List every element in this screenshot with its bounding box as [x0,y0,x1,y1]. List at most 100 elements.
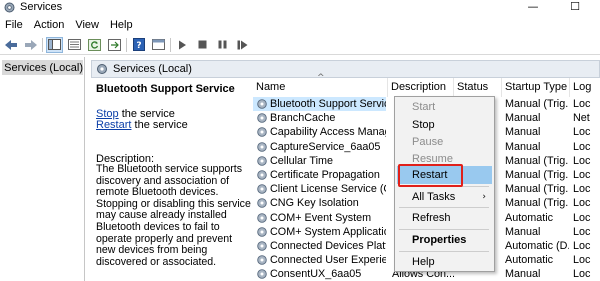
startup-type-cell: Automatic (D... [505,240,569,252]
service-name: Client License Service (ClipS... [270,183,386,196]
back-button[interactable] [2,37,19,53]
console-tree: Services (Local) [0,57,85,281]
pause-service-button[interactable] [214,37,231,53]
pane-header-title: Services (Local) [113,63,192,75]
restart-link[interactable]: Restart [96,119,131,131]
service-name: BranchCache [270,112,336,125]
service-gear-icon [257,255,267,265]
log-on-cell: Loc [573,140,591,153]
startup-type-cell: Manual (Trig... [505,197,569,210]
menu-item-refresh[interactable]: Refresh [397,209,492,227]
menu-separator [399,207,489,208]
submenu-arrow-icon: › [482,192,486,202]
service-name: Certificate Propagation [270,169,380,181]
menu-help[interactable]: Help [105,18,139,34]
service-name: Capability Access Manager ... [270,126,386,139]
log-on-cell: Loc [573,126,591,139]
service-name: CaptureService_6aa05 [270,140,381,153]
start-service-button[interactable] [174,37,191,53]
refresh-button[interactable] [86,37,103,53]
service-gear-icon [257,212,267,223]
play-icon [179,40,186,49]
restart-action-line: Restart the service [96,119,188,131]
minimize-button[interactable]: — [510,0,556,16]
properties-view-button[interactable] [66,37,83,53]
name-cell: Cellular Time [253,154,386,168]
service-name: Cellular Time [270,154,333,167]
stop-service-button[interactable] [194,37,211,53]
description-text: The Bluetooth service supports discovery… [96,163,251,268]
service-name: ConsentUX_6aa05 [270,268,362,281]
startup-type-cell: Automatic [505,254,554,267]
startup-type-cell: Manual (Trig... [505,154,569,167]
service-name: Connected Devices Platfor... [270,240,386,252]
forward-button[interactable] [22,37,39,53]
menu-item-pause[interactable]: Pause [397,133,492,151]
service-gear-icon [257,227,267,237]
log-on-cell: Net [573,112,590,125]
menu-action[interactable]: Action [29,18,71,34]
toolbar: ? [0,35,600,55]
startup-type-cell: Manual [505,225,541,238]
toolbar-separator [42,37,43,52]
service-name: Connected User Experience... [270,254,386,267]
startup-type-cell: Manual [505,126,541,139]
startup-type-cell: Manual (Trig... [505,98,569,110]
pane-header: Services (Local) [91,60,600,78]
column-header-name[interactable]: Name [253,78,388,97]
menu-item-properties[interactable]: Properties [397,231,492,249]
service-name: Bluetooth Support Service [270,98,386,110]
toggle-view-button[interactable] [150,37,167,53]
log-on-cell: Loc [573,98,591,110]
toolbar-separator [126,37,127,52]
export-icon [108,38,121,51]
console-tree-icon [48,39,61,50]
name-cell: Bluetooth Support Service [253,97,386,111]
name-cell: COM+ System Application [253,225,386,239]
menu-view[interactable]: View [70,18,105,34]
maximize-button[interactable]: ☐ [552,0,598,16]
tree-item-services-local[interactable]: Services (Local) [2,60,83,75]
toolbar-separator [170,37,171,52]
service-gear-icon [257,198,267,209]
name-cell: Client License Service (ClipS... [253,182,386,196]
startup-type-cell: Automatic [505,211,554,224]
service-gear-icon [257,141,267,152]
column-header-status[interactable]: Status [454,78,502,97]
startup-type-cell: Manual (Trig... [505,169,569,181]
restart-service-button[interactable] [234,37,251,53]
service-gear-icon [257,127,267,138]
name-cell: Connected User Experience... [253,253,386,267]
service-gear-icon [257,241,267,251]
menu-item-stop[interactable]: Stop [397,116,492,134]
menu-item-help[interactable]: Help [397,253,492,271]
services-gear-icon [4,2,15,13]
log-on-cell: Loc [573,240,591,252]
name-cell: Certificate Propagation [253,168,386,182]
service-gear-icon [257,156,267,166]
column-header-description[interactable]: Description [388,78,454,97]
menu-file[interactable]: File [0,18,29,34]
column-header-startup-type[interactable]: Startup Type [502,78,570,97]
service-name: COM+ Event System [270,211,372,224]
services-gear-icon [97,64,107,74]
log-on-cell: Loc [573,154,591,167]
menu-item-start[interactable]: Start [397,98,492,116]
service-gear-icon [257,184,267,194]
log-on-cell: Loc [573,169,591,181]
help-book-icon: ? [132,38,145,51]
all-tasks-label: All Tasks [412,191,456,203]
startup-type-cell: Manual (Trig... [505,183,569,196]
log-on-cell: Loc [573,225,591,238]
menu-item-all-tasks[interactable]: All Tasks › [397,188,492,206]
console-icon [152,39,165,50]
title-bar: Services — ☐ [0,0,600,16]
show-hide-tree-button[interactable] [46,36,63,53]
export-list-button[interactable] [106,37,123,53]
stop-icon [198,40,207,49]
help-button[interactable]: ? [130,37,147,53]
restart-callout-highlight [398,164,463,187]
log-on-cell: Loc [573,197,591,210]
refresh-icon [88,38,101,51]
column-header-log-on-as[interactable]: Log [570,78,600,97]
